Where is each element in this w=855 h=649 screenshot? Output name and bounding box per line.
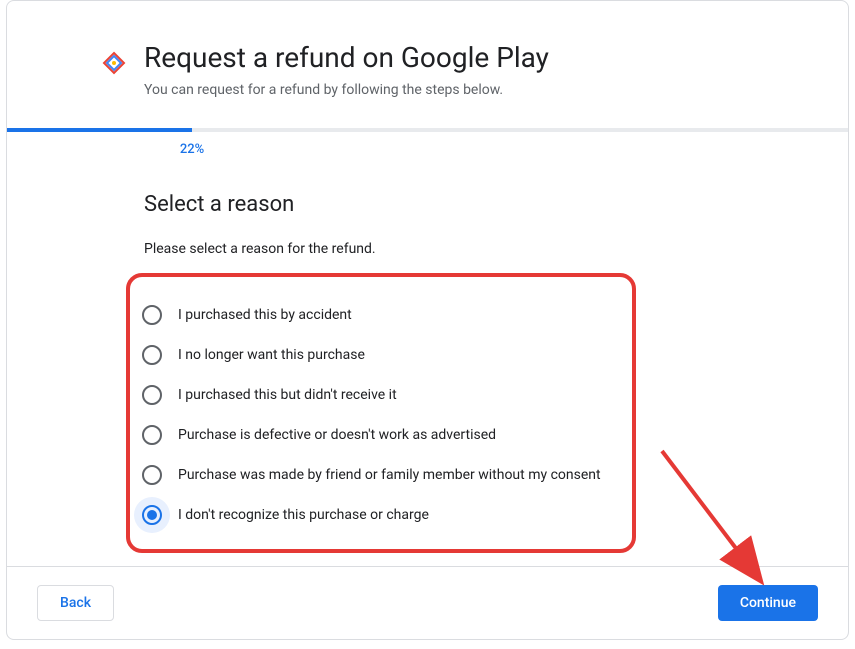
reason-option-unrecognized[interactable]: I don't recognize this purchase or charg… bbox=[142, 495, 620, 535]
dialog-footer: Back Continue bbox=[7, 566, 848, 639]
radio-icon bbox=[142, 425, 162, 445]
reason-option-defective[interactable]: Purchase is defective or doesn't work as… bbox=[142, 415, 620, 455]
radio-label: I purchased this but didn't receive it bbox=[178, 387, 397, 403]
section-title: Select a reason bbox=[144, 192, 808, 217]
reason-options-highlight-box: I purchased this by accident I no longer… bbox=[126, 273, 636, 553]
radio-icon bbox=[142, 345, 162, 365]
page-title: Request a refund on Google Play bbox=[144, 41, 808, 74]
radio-label: Purchase is defective or doesn't work as… bbox=[178, 427, 496, 443]
reason-option-unauthorized-family[interactable]: Purchase was made by friend or family me… bbox=[142, 455, 620, 495]
reason-option-no-longer-want[interactable]: I no longer want this purchase bbox=[142, 335, 620, 375]
radio-label: I don't recognize this purchase or charg… bbox=[178, 507, 429, 523]
back-button[interactable]: Back bbox=[37, 585, 114, 621]
dialog-header: Request a refund on Google Play You can … bbox=[7, 1, 848, 118]
radio-label: I purchased this by accident bbox=[178, 307, 352, 323]
progress-percent-label: 22% bbox=[180, 142, 204, 157]
content-area: Select a reason Please select a reason f… bbox=[7, 132, 848, 573]
progress-bar: 22% bbox=[7, 128, 848, 132]
page-subtitle: You can request for a refund by followin… bbox=[144, 82, 808, 98]
reason-option-accident[interactable]: I purchased this by accident bbox=[142, 295, 620, 335]
radio-icon bbox=[142, 305, 162, 325]
radio-icon-selected bbox=[142, 505, 162, 525]
continue-button[interactable]: Continue bbox=[718, 585, 818, 621]
refund-dialog: Request a refund on Google Play You can … bbox=[6, 0, 849, 640]
google-play-icon bbox=[102, 51, 126, 75]
radio-label: I no longer want this purchase bbox=[178, 347, 365, 363]
instruction-text: Please select a reason for the refund. bbox=[144, 241, 808, 257]
radio-icon bbox=[142, 385, 162, 405]
radio-icon bbox=[142, 465, 162, 485]
progress-fill bbox=[7, 128, 192, 132]
reason-option-not-received[interactable]: I purchased this but didn't receive it bbox=[142, 375, 620, 415]
radio-label: Purchase was made by friend or family me… bbox=[178, 467, 601, 483]
